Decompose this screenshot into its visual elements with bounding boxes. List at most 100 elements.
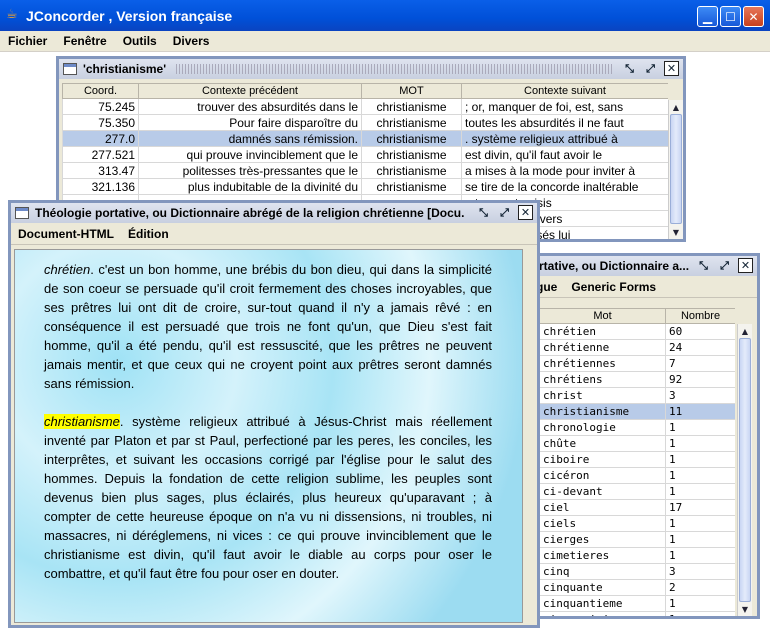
table-row[interactable]: chrétiennes 7 (539, 355, 735, 372)
cell-nombre: 1 (665, 515, 735, 532)
column-header-next[interactable]: Contexte suivant (461, 83, 668, 99)
maximize-icon: ☐ (725, 9, 736, 24)
cell-mot: ciel (539, 499, 666, 516)
table-row[interactable]: chrétienne 24 (539, 339, 735, 356)
cell-prev: politesses très-pressantes que le (138, 162, 362, 179)
scroll-down-icon[interactable]: ▼ (669, 225, 683, 239)
maximize-window-icon[interactable]: ⤢ (717, 258, 732, 273)
cell-mot: chûte (539, 435, 666, 452)
document-text: chrétien. c'est un bon homme, une brébis… (44, 260, 492, 602)
cell-mot: chrétien (539, 323, 666, 340)
cell-nombre: 3 (665, 563, 735, 580)
cell-nombre: 60 (665, 323, 735, 340)
column-header-prev[interactable]: Contexte précédent (138, 83, 362, 99)
table-row[interactable]: ciels 1 (539, 515, 735, 532)
wordlist-title-bar[interactable]: rtative, ou Dictionnaire a... ⤡ ⤢ ✕ (529, 256, 757, 276)
maximize-window-icon[interactable]: ⤢ (497, 205, 512, 220)
column-header-mot[interactable]: Mot (539, 308, 666, 324)
close-window-icon[interactable]: ✕ (518, 205, 533, 220)
cell-mot: christianisme (361, 178, 462, 195)
iconify-icon[interactable]: ⤡ (622, 61, 637, 76)
scroll-down-icon[interactable]: ▼ (738, 602, 752, 616)
table-row[interactable]: cinq 3 (539, 563, 735, 580)
iconify-icon[interactable]: ⤡ (476, 205, 491, 220)
table-row[interactable]: cinquantieme 1 (539, 595, 735, 612)
document-title-bar[interactable]: Théologie portative, ou Dictionnaire abr… (11, 203, 537, 223)
cell-next: se tire de la concorde inaltérable (461, 178, 668, 195)
close-window-icon[interactable]: ✕ (738, 258, 753, 273)
cell-mot: christianisme (361, 98, 462, 115)
wordlist-scrollbar[interactable]: ▲ ▼ (737, 324, 752, 616)
table-row[interactable]: 75.245 trouver des absurdités dans le chri… (62, 98, 668, 115)
menu-fenetre[interactable]: Fenêtre (55, 34, 114, 48)
menu-edition[interactable]: Édition (121, 227, 176, 241)
cell-mot: chrétiens (539, 371, 666, 388)
cell-mot: christ (539, 387, 666, 404)
table-row[interactable]: chronologie 1 (539, 419, 735, 436)
table-row[interactable]: cimetieres 1 (539, 547, 735, 564)
cell-nombre: 2 (665, 579, 735, 596)
scroll-up-icon[interactable]: ▲ (669, 100, 683, 114)
column-header-nombre[interactable]: Nombre (665, 308, 735, 324)
table-row[interactable]: christianisme 11 (539, 403, 735, 420)
scroll-up-icon[interactable]: ▲ (738, 324, 752, 338)
cell-mot: christianisme (361, 130, 462, 147)
cell-mot: cinquante (539, 579, 666, 596)
cell-prev: trouver des absurdités dans le (138, 98, 362, 115)
column-header-coord[interactable]: Coord. (62, 83, 139, 99)
title-grip (176, 64, 613, 74)
minimize-button[interactable]: ▁ (697, 6, 718, 27)
cell-nombre: 7 (665, 355, 735, 372)
table-row[interactable]: cierges 1 (539, 531, 735, 548)
close-button[interactable]: ✕ (743, 6, 764, 27)
close-window-icon[interactable]: ✕ (664, 61, 679, 76)
table-row[interactable]: 277.521 qui prouve invinciblement que le c… (62, 146, 668, 163)
menu-divers[interactable]: Divers (165, 34, 218, 48)
cell-mot: christianisme (361, 114, 462, 131)
cell-nombre: 1 (665, 595, 735, 612)
cell-coord: 277.521 (62, 146, 139, 163)
table-row[interactable]: 277.0 damnés sans rémission. christianisme… (62, 130, 668, 147)
table-row[interactable]: chrétiens 92 (539, 371, 735, 388)
table-row[interactable]: chûte 1 (539, 435, 735, 452)
scroll-thumb[interactable] (739, 338, 751, 602)
iconify-icon[interactable]: ⤡ (696, 258, 711, 273)
table-row[interactable]: ci-devant 1 (539, 483, 735, 500)
scroll-thumb[interactable] (670, 114, 682, 224)
table-row[interactable]: chrétien 60 (539, 323, 735, 340)
app-title-bar: ☕ JConcorder , Version française ▁ ☐ ✕ (0, 0, 770, 31)
cell-mot: christianisme (361, 146, 462, 163)
entry-christianisme: christianisme. système religieux attribu… (44, 412, 492, 583)
cell-nombre: 17 (665, 499, 735, 516)
wordlist-title: rtative, ou Dictionnaire a... (539, 259, 690, 273)
column-header-mot[interactable]: MOT (361, 83, 462, 99)
menu-fichier[interactable]: Fichier (0, 34, 55, 48)
table-row[interactable]: cicéron 1 (539, 467, 735, 484)
document-view[interactable]: chrétien. c'est un bon homme, une brébis… (14, 249, 523, 623)
cell-nombre: 1 (665, 435, 735, 452)
cell-prev: Pour faire disparoître du (138, 114, 362, 131)
cell-mot: cicéron (539, 467, 666, 484)
menu-document-html[interactable]: Document-HTML (11, 227, 121, 241)
cell-next: a mises à la mode pour inviter à (461, 162, 668, 179)
cell-coord: 321.136 (62, 178, 139, 195)
table-row[interactable]: 321.136 plus indubitable de la divinité d… (62, 178, 668, 195)
maximize-window-icon[interactable]: ⤢ (643, 61, 658, 76)
table-row[interactable]: cinquante 2 (539, 579, 735, 596)
entry-body: . c'est un bon homme, une brébis du bon … (44, 262, 492, 391)
table-row[interactable]: 313.47 politesses très-pressantes que le c… (62, 162, 668, 179)
cell-mot: cierges (539, 531, 666, 548)
menu-generic-forms[interactable]: Generic Forms (564, 280, 663, 294)
concordance-title-bar[interactable]: 'christianisme' ⤡ ⤢ ✕ (59, 59, 683, 79)
maximize-button[interactable]: ☐ (720, 6, 741, 27)
table-row[interactable]: ciboire 1 (539, 451, 735, 468)
concordance-title: 'christianisme' (83, 62, 167, 76)
menu-outils[interactable]: Outils (115, 34, 165, 48)
wordlist-menu-bar: gue Generic Forms (529, 276, 757, 298)
table-row[interactable]: christ 3 (539, 387, 735, 404)
table-row[interactable]: ciel 17 (539, 499, 735, 516)
table-row[interactable]: circoncision1 (539, 611, 735, 616)
table-row[interactable]: 75.350 Pour faire disparoître du christian… (62, 114, 668, 131)
wordlist-table-viewport: Mot Nombre chrétien 60 chrétienne 24 chrétie… (539, 308, 735, 616)
concordance-scrollbar[interactable]: ▲ ▼ (668, 100, 683, 239)
